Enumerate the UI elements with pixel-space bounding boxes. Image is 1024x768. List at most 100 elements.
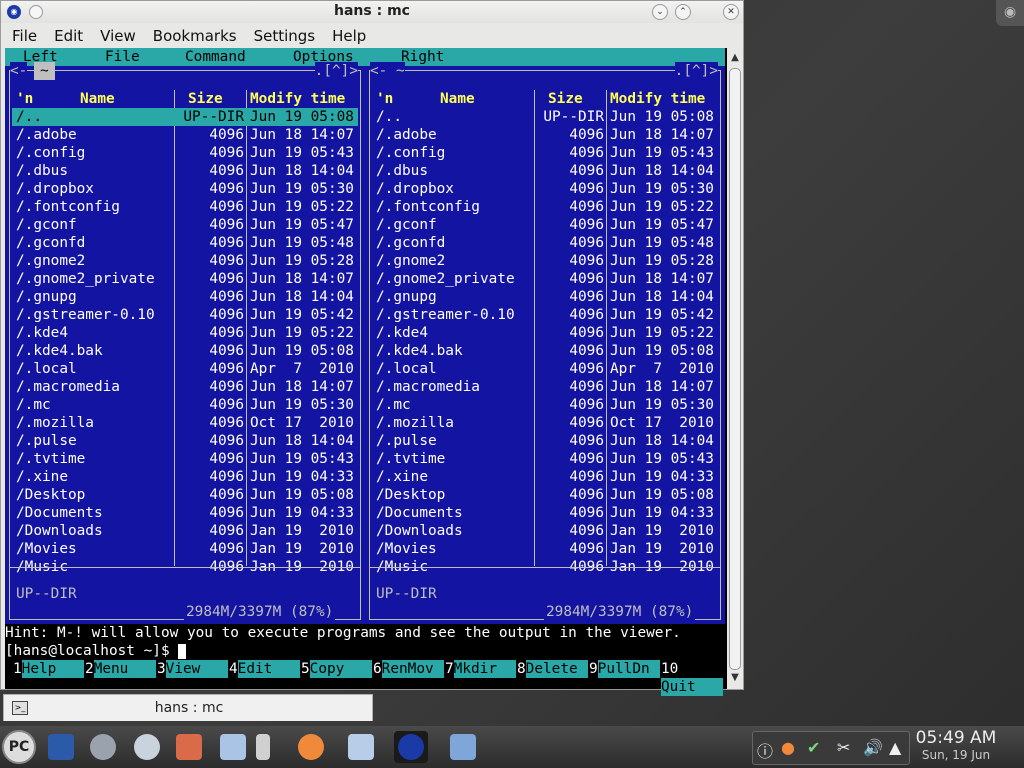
right-file-row[interactable]: /.adobe 4096 Jun 18 14:07	[372, 126, 718, 144]
left-col-name[interactable]: Name	[80, 90, 115, 108]
left-file-row[interactable]: /.pulse 4096 Jun 18 14:04	[12, 432, 358, 450]
arrow-up-icon[interactable]: ▲	[889, 738, 901, 757]
right-panel-hotlist[interactable]: .[^]>	[674, 62, 718, 80]
left-file-row[interactable]: /.gstreamer-0.10 4096 Jun 19 05:42	[12, 306, 358, 324]
left-file-row[interactable]: /.gnome2 4096 Jun 19 05:28	[12, 252, 358, 270]
right-file-row[interactable]: /Downloads 4096 Jan 19 2010	[372, 522, 718, 540]
left-file-row[interactable]: /.dbus 4096 Jun 18 14:04	[12, 162, 358, 180]
shell-prompt[interactable]: [hans@localhost ~]$	[5, 642, 187, 660]
right-file-row[interactable]: /.. UP--DIR Jun 19 05:08	[372, 108, 718, 126]
fruit-icon[interactable]	[294, 731, 328, 763]
left-file-row[interactable]: /.macromedia 4096 Jun 18 14:07	[12, 378, 358, 396]
right-file-row[interactable]: /Desktop 4096 Jun 19 05:08	[372, 486, 718, 504]
system-settings-icon[interactable]	[86, 731, 120, 763]
fkey-delete[interactable]: 8Delete	[517, 660, 588, 678]
right-file-row[interactable]: /.gnome2_private 4096 Jun 18 14:07	[372, 270, 718, 288]
right-file-row[interactable]: /.gconf 4096 Jun 19 05:47	[372, 216, 718, 234]
info-icon[interactable]: ⓘ	[757, 738, 773, 762]
scroll-down-icon[interactable]: ▼	[729, 672, 741, 684]
left-file-row[interactable]: /.kde4 4096 Jun 19 05:22	[12, 324, 358, 342]
right-panel[interactable]: <- ~ .[^]> 'n Name Size Modify time /.. U…	[369, 62, 721, 621]
right-file-row[interactable]: /.fontconfig 4096 Jun 19 05:22	[372, 198, 718, 216]
left-col-sort[interactable]: 'n	[16, 90, 33, 108]
fkey-view[interactable]: 3View	[157, 660, 228, 678]
left-file-row[interactable]: /.dropbox 4096 Jun 19 05:30	[12, 180, 358, 198]
left-panel-hotlist[interactable]: .[^]>	[314, 62, 358, 80]
fkey-menu[interactable]: 2Menu	[85, 660, 156, 678]
right-file-row[interactable]: /.gconfd 4096 Jun 19 05:48	[372, 234, 718, 252]
left-file-row[interactable]: /.gnupg 4096 Jun 18 14:04	[12, 288, 358, 306]
right-file-row[interactable]: /.pulse 4096 Jun 18 14:04	[372, 432, 718, 450]
left-file-row[interactable]: /.config 4096 Jun 19 05:43	[12, 144, 358, 162]
left-file-row[interactable]: /.kde4.bak 4096 Jun 19 05:08	[12, 342, 358, 360]
left-panel-path[interactable]: ~	[34, 62, 55, 80]
right-file-row[interactable]: /.tvtime 4096 Jun 19 05:43	[372, 450, 718, 468]
menu-settings[interactable]: Settings	[248, 25, 322, 47]
left-file-row[interactable]: /Downloads 4096 Jan 19 2010	[12, 522, 358, 540]
left-file-row[interactable]: /.tvtime 4096 Jun 19 05:43	[12, 450, 358, 468]
fkey-quit[interactable]: 10Quit	[661, 660, 725, 696]
left-file-row[interactable]: /Movies 4096 Jan 19 2010	[12, 540, 358, 558]
left-col-mtime[interactable]: Modify time	[250, 90, 345, 108]
right-file-row[interactable]: /.mozilla 4096 Oct 17 2010	[372, 414, 718, 432]
start-menu-button[interactable]: PC	[2, 730, 36, 764]
right-col-sort[interactable]: 'n	[376, 90, 393, 108]
right-file-row[interactable]: /.xine 4096 Jun 19 04:33	[372, 468, 718, 486]
file-manager-icon[interactable]	[216, 731, 250, 763]
menu-edit[interactable]: Edit	[48, 25, 89, 47]
session-tab[interactable]: >_ hans : mc	[3, 694, 373, 721]
left-file-row[interactable]: /.xine 4096 Jun 19 04:33	[12, 468, 358, 486]
right-file-row[interactable]: /.gstreamer-0.10 4096 Jun 19 05:42	[372, 306, 718, 324]
fkey-copy[interactable]: 5Copy	[301, 660, 372, 678]
volume-icon[interactable]: 🔊	[863, 738, 883, 757]
left-file-row[interactable]: /.adobe 4096 Jun 18 14:07	[12, 126, 358, 144]
menu-help[interactable]: Help	[326, 25, 372, 47]
menu-file[interactable]: File	[6, 25, 43, 47]
configure-icon[interactable]	[130, 731, 164, 763]
notes-icon[interactable]	[252, 731, 286, 763]
right-col-name[interactable]: Name	[440, 90, 475, 108]
terminal-area[interactable]: Left File Command Options Right <- ~ .[^…	[5, 48, 727, 696]
terminal-scrollbar[interactable]: ▲ ▼	[727, 48, 743, 689]
left-file-row[interactable]: /.gnome2_private 4096 Jun 18 14:07	[12, 270, 358, 288]
right-file-row[interactable]: /.dropbox 4096 Jun 19 05:30	[372, 180, 718, 198]
menu-view[interactable]: View	[94, 25, 142, 47]
network-icon[interactable]	[446, 731, 480, 763]
scissors-icon[interactable]: ✂	[837, 738, 850, 757]
fkey-pulldn[interactable]: 9PullDn	[589, 660, 660, 678]
left-file-row[interactable]: /.gconf 4096 Jun 19 05:47	[12, 216, 358, 234]
left-file-row[interactable]: /.. UP--DIR Jun 19 05:08	[12, 108, 358, 126]
check-icon[interactable]: ✔	[807, 738, 820, 757]
menu-bookmarks[interactable]: Bookmarks	[147, 25, 243, 47]
right-file-row[interactable]: /Documents 4096 Jun 19 04:33	[372, 504, 718, 522]
right-col-mtime[interactable]: Modify time	[610, 90, 705, 108]
desktop-corner-button[interactable]: ◉	[996, 0, 1024, 26]
right-file-row[interactable]: /.kde4 4096 Jun 19 05:22	[372, 324, 718, 342]
minimize-button[interactable]: ⌄	[652, 4, 668, 20]
scroll-thumb[interactable]	[729, 68, 741, 670]
fkey-mkdir[interactable]: 7Mkdir	[445, 660, 516, 678]
fkey-help[interactable]: 1Help	[13, 660, 84, 678]
left-file-row[interactable]: /.gconfd 4096 Jun 19 05:48	[12, 234, 358, 252]
scroll-up-icon[interactable]: ▲	[729, 52, 741, 64]
fkey-edit[interactable]: 4Edit	[229, 660, 300, 678]
right-file-row[interactable]: /.gnupg 4096 Jun 18 14:04	[372, 288, 718, 306]
right-panel-path[interactable]: <- ~	[370, 62, 405, 80]
left-file-row[interactable]: /Desktop 4096 Jun 19 05:08	[12, 486, 358, 504]
right-file-row[interactable]: /Movies 4096 Jan 19 2010	[372, 540, 718, 558]
left-file-row[interactable]: /.mc 4096 Jun 19 05:30	[12, 396, 358, 414]
close-button[interactable]: ✕	[723, 4, 739, 20]
right-file-row[interactable]: /.macromedia 4096 Jun 18 14:07	[372, 378, 718, 396]
left-file-row[interactable]: /Documents 4096 Jun 19 04:33	[12, 504, 358, 522]
left-file-row[interactable]: /.mozilla 4096 Oct 17 2010	[12, 414, 358, 432]
desktop-icon[interactable]	[44, 731, 78, 763]
left-file-row[interactable]: /.fontconfig 4096 Jun 19 05:22	[12, 198, 358, 216]
right-file-row[interactable]: /.kde4.bak 4096 Jun 19 05:08	[372, 342, 718, 360]
fruit-tray-icon[interactable]: ●	[781, 738, 795, 757]
package-icon[interactable]	[172, 731, 206, 763]
left-panel[interactable]: <- ~ .[^]> 'n Name Size Modify time /.. U…	[9, 62, 361, 621]
right-file-row[interactable]: /.mc 4096 Jun 19 05:30	[372, 396, 718, 414]
right-file-row[interactable]: /.config 4096 Jun 19 05:43	[372, 144, 718, 162]
right-file-row[interactable]: /.gnome2 4096 Jun 19 05:28	[372, 252, 718, 270]
right-col-size[interactable]: Size	[548, 90, 583, 108]
